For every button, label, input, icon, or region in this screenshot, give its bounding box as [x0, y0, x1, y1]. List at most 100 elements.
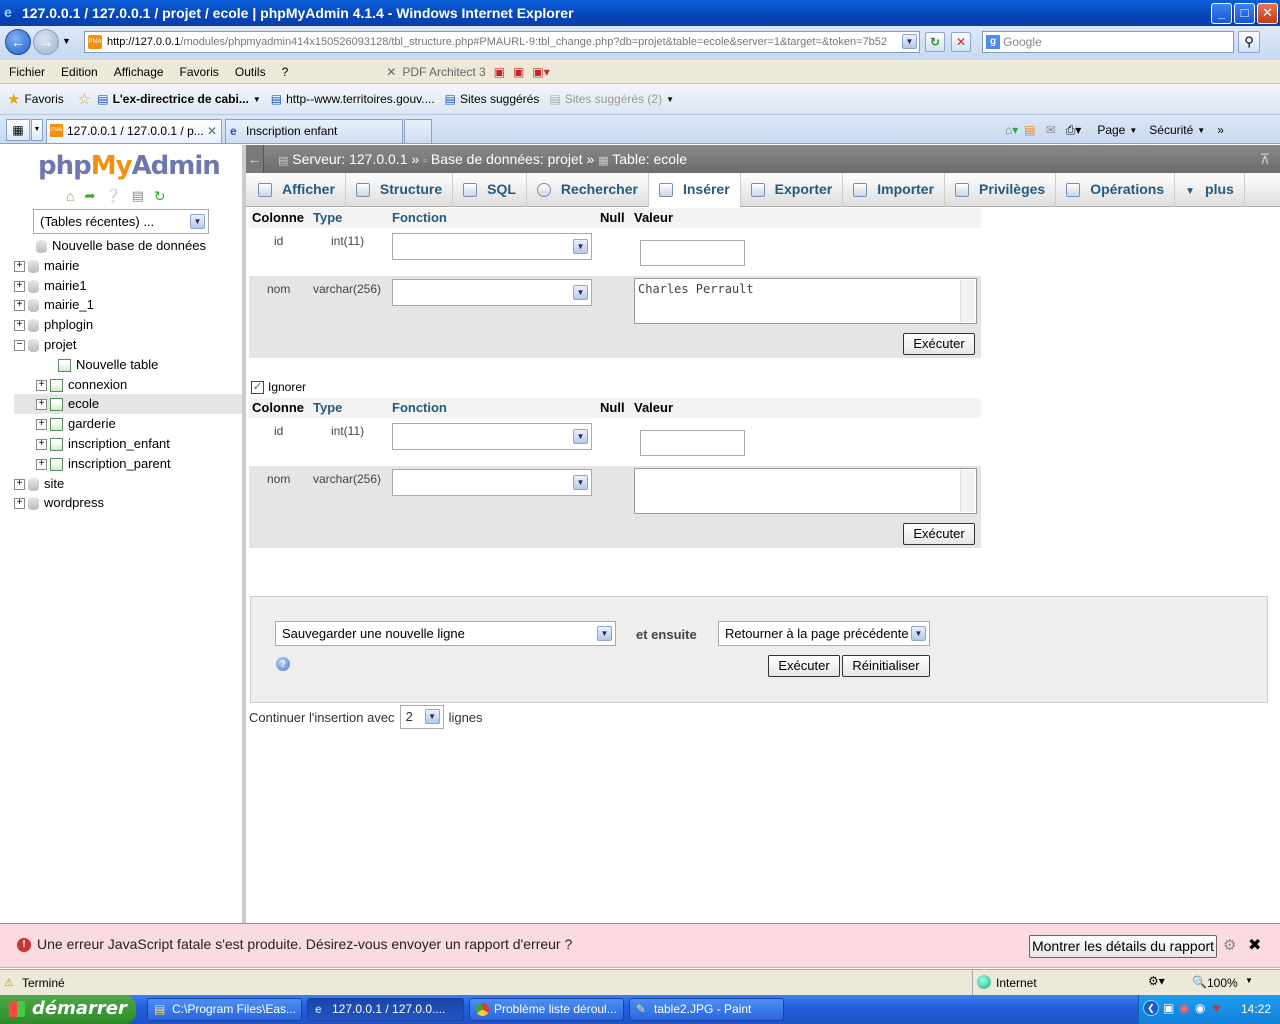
tree-item-nouvelle-base-de-donn-es[interactable]: Nouvelle base de données — [14, 236, 242, 256]
function-select[interactable]: ▼ — [392, 233, 592, 260]
textarea-scrollbar[interactable] — [960, 470, 975, 512]
breadcrumb-database[interactable]: Base de données: projet — [431, 151, 583, 167]
tab-close-icon[interactable]: ✕ — [207, 120, 217, 142]
collapse-nav-icon[interactable]: ← — [246, 145, 264, 173]
tree-item-wordpress[interactable]: + wordpress — [14, 493, 242, 513]
value-input-id[interactable] — [640, 430, 745, 456]
tab-list-icon[interactable]: ▼ — [31, 119, 43, 141]
home-icon[interactable]: ⌂ — [66, 188, 74, 204]
menu-edition[interactable]: Edition — [61, 65, 98, 79]
menu-fichier[interactable]: Fichier — [9, 65, 45, 79]
help-icon[interactable]: ? — [276, 657, 290, 671]
tree-item-site[interactable]: + site — [14, 474, 242, 494]
expand-icon[interactable]: + — [14, 280, 25, 292]
expand-icon[interactable]: + — [36, 419, 47, 431]
save-mode-select[interactable]: Sauvegarder une nouvelle ligne ▼ — [275, 621, 616, 646]
expand-icon[interactable]: + — [36, 379, 47, 391]
help-icon[interactable]: ❔ — [105, 188, 121, 204]
expand-icon[interactable]: + — [14, 498, 25, 510]
protected-mode-icon[interactable]: ⚙▾ — [1148, 974, 1165, 988]
ignore-checkbox[interactable]: ✓ — [251, 380, 264, 394]
warning-icon[interactable]: ⚠ — [4, 976, 14, 989]
ignore-toggle[interactable]: ✓ Ignorer — [251, 379, 306, 395]
tab-structure[interactable]: Structure — [346, 172, 454, 207]
execute-button[interactable]: Exécuter — [903, 523, 975, 545]
tab-plus[interactable]: ▼ plus — [1175, 172, 1245, 207]
zoom-level[interactable]: 100% — [1207, 976, 1238, 990]
page-menu[interactable]: Page — [1097, 123, 1125, 137]
task-explorer[interactable]: ▤ C:\Program Files\Eas... — [147, 998, 302, 1021]
close-icon[interactable]: ✖ — [1248, 935, 1261, 955]
menu-affichage[interactable]: Affichage — [114, 65, 164, 79]
forward-button[interactable]: → — [33, 29, 59, 55]
pdf-convert-icon[interactable]: ▣ — [513, 65, 524, 79]
expand-icon[interactable]: + — [36, 458, 47, 470]
task-chrome[interactable]: Problème liste déroul... — [469, 998, 624, 1021]
logout-icon[interactable]: ➦ — [84, 188, 95, 204]
function-select[interactable]: ▼ — [392, 469, 592, 496]
value-input-id[interactable] — [640, 240, 745, 266]
print-icon[interactable]: ⎙▾ — [1066, 123, 1082, 138]
tab-rechercher[interactable]: Rechercher — [527, 172, 649, 207]
tree-item-projet[interactable]: − projet — [14, 335, 242, 355]
minimize-button[interactable]: _ — [1211, 3, 1232, 24]
tab-importer[interactable]: Importer — [843, 172, 946, 207]
expand-icon[interactable]: + — [14, 300, 25, 312]
expand-icon[interactable]: + — [14, 478, 25, 490]
back-button[interactable]: ← — [5, 29, 31, 55]
search-input[interactable]: g Google — [982, 31, 1234, 53]
menu-outils[interactable]: Outils — [235, 65, 266, 79]
tab-sql[interactable]: SQL — [453, 172, 527, 207]
tray-security-icon[interactable]: ◉ — [1179, 1001, 1189, 1015]
stop-icon[interactable]: ✕ — [951, 32, 971, 52]
task-paint[interactable]: ✎ table2.JPG - Paint — [629, 998, 784, 1021]
zoom-dropdown-icon[interactable]: ▼ — [1245, 976, 1253, 985]
fav-item-territoires[interactable]: http--www.territoires.gouv.... — [286, 92, 435, 106]
tab-phpmyadmin[interactable]: PMA 127.0.0.1 / 127.0.0.1 / p... ✕ — [46, 119, 222, 143]
history-dropdown-icon[interactable]: ▼ — [62, 36, 71, 46]
expand-icon[interactable]: + — [36, 399, 47, 411]
gear-icon[interactable]: ⚙ — [1223, 936, 1236, 954]
security-menu[interactable]: Sécurité — [1149, 123, 1193, 137]
task-ie-phpmyadmin[interactable]: e 127.0.0.1 / 127.0.0.... — [307, 998, 464, 1021]
tree-item-mairie-1[interactable]: + mairie_1 — [14, 295, 242, 315]
pdf-options-icon[interactable]: ▣▾ — [532, 65, 549, 79]
recent-tables-select[interactable]: (Tables récentes) ... ▼ — [33, 209, 209, 234]
menu-help[interactable]: ? — [282, 65, 289, 79]
favorites-button[interactable]: Favoris — [24, 92, 63, 106]
fav-dropdown-icon[interactable]: ▼ — [666, 95, 674, 104]
collapse-icon[interactable]: − — [14, 340, 25, 352]
tree-item-inscription-parent[interactable]: + inscription_parent — [14, 454, 242, 474]
tree-item-mairie1[interactable]: + mairie1 — [14, 276, 242, 296]
expand-icon[interactable]: + — [36, 439, 47, 451]
value-textarea-nom[interactable]: Charles Perrault — [634, 278, 977, 324]
insert-rows-count-select[interactable]: 2 ▼ — [399, 705, 444, 729]
fav-item-directrice[interactable]: L'ex-directrice de cabi... — [113, 92, 249, 106]
reload-icon[interactable]: ↻ — [154, 188, 166, 205]
maximize-button[interactable]: □ — [1234, 3, 1255, 24]
tree-item-inscription-enfant[interactable]: + inscription_enfant — [14, 434, 242, 454]
quick-tabs-icon[interactable]: ▦ — [6, 119, 30, 141]
tray-expand-icon[interactable]: ❮ — [1143, 1000, 1159, 1016]
tree-item-phplogin[interactable]: + phplogin — [14, 315, 242, 335]
tray-antivirus-icon[interactable]: ♥ — [1213, 1001, 1220, 1015]
collapse-top-icon[interactable]: ⊼ — [1260, 145, 1270, 173]
search-button-icon[interactable]: ⚲ — [1238, 31, 1260, 53]
add-favorite-icon[interactable]: ☆ — [78, 90, 91, 108]
address-bar[interactable]: PMA http://127.0.0.1/modules/phpmyadmin4… — [84, 31, 920, 53]
home-icon[interactable]: ⌂▾ — [1005, 123, 1018, 137]
fav-item-sites-suggeres[interactable]: Sites suggérés — [460, 92, 539, 106]
docs-icon[interactable]: ▤ — [132, 188, 144, 204]
pdf-create-icon[interactable]: ▣ — [494, 65, 505, 79]
tree-item-connexion[interactable]: + connexion — [14, 375, 242, 395]
more-commands-icon[interactable]: » — [1217, 123, 1224, 137]
tab-operations[interactable]: Opérations — [1056, 172, 1176, 207]
tab-inscription-enfant[interactable]: e Inscription enfant — [225, 119, 403, 143]
reset-button[interactable]: Réinitialiser — [842, 655, 930, 677]
start-button[interactable]: démarrer — [0, 995, 136, 1024]
menu-favoris[interactable]: Favoris — [180, 65, 219, 79]
close-button[interactable]: ✕ — [1257, 3, 1278, 24]
textarea-scrollbar[interactable] — [960, 280, 975, 322]
mail-icon[interactable]: ✉ — [1046, 123, 1056, 137]
tab-inserer[interactable]: Insérer — [648, 172, 741, 207]
